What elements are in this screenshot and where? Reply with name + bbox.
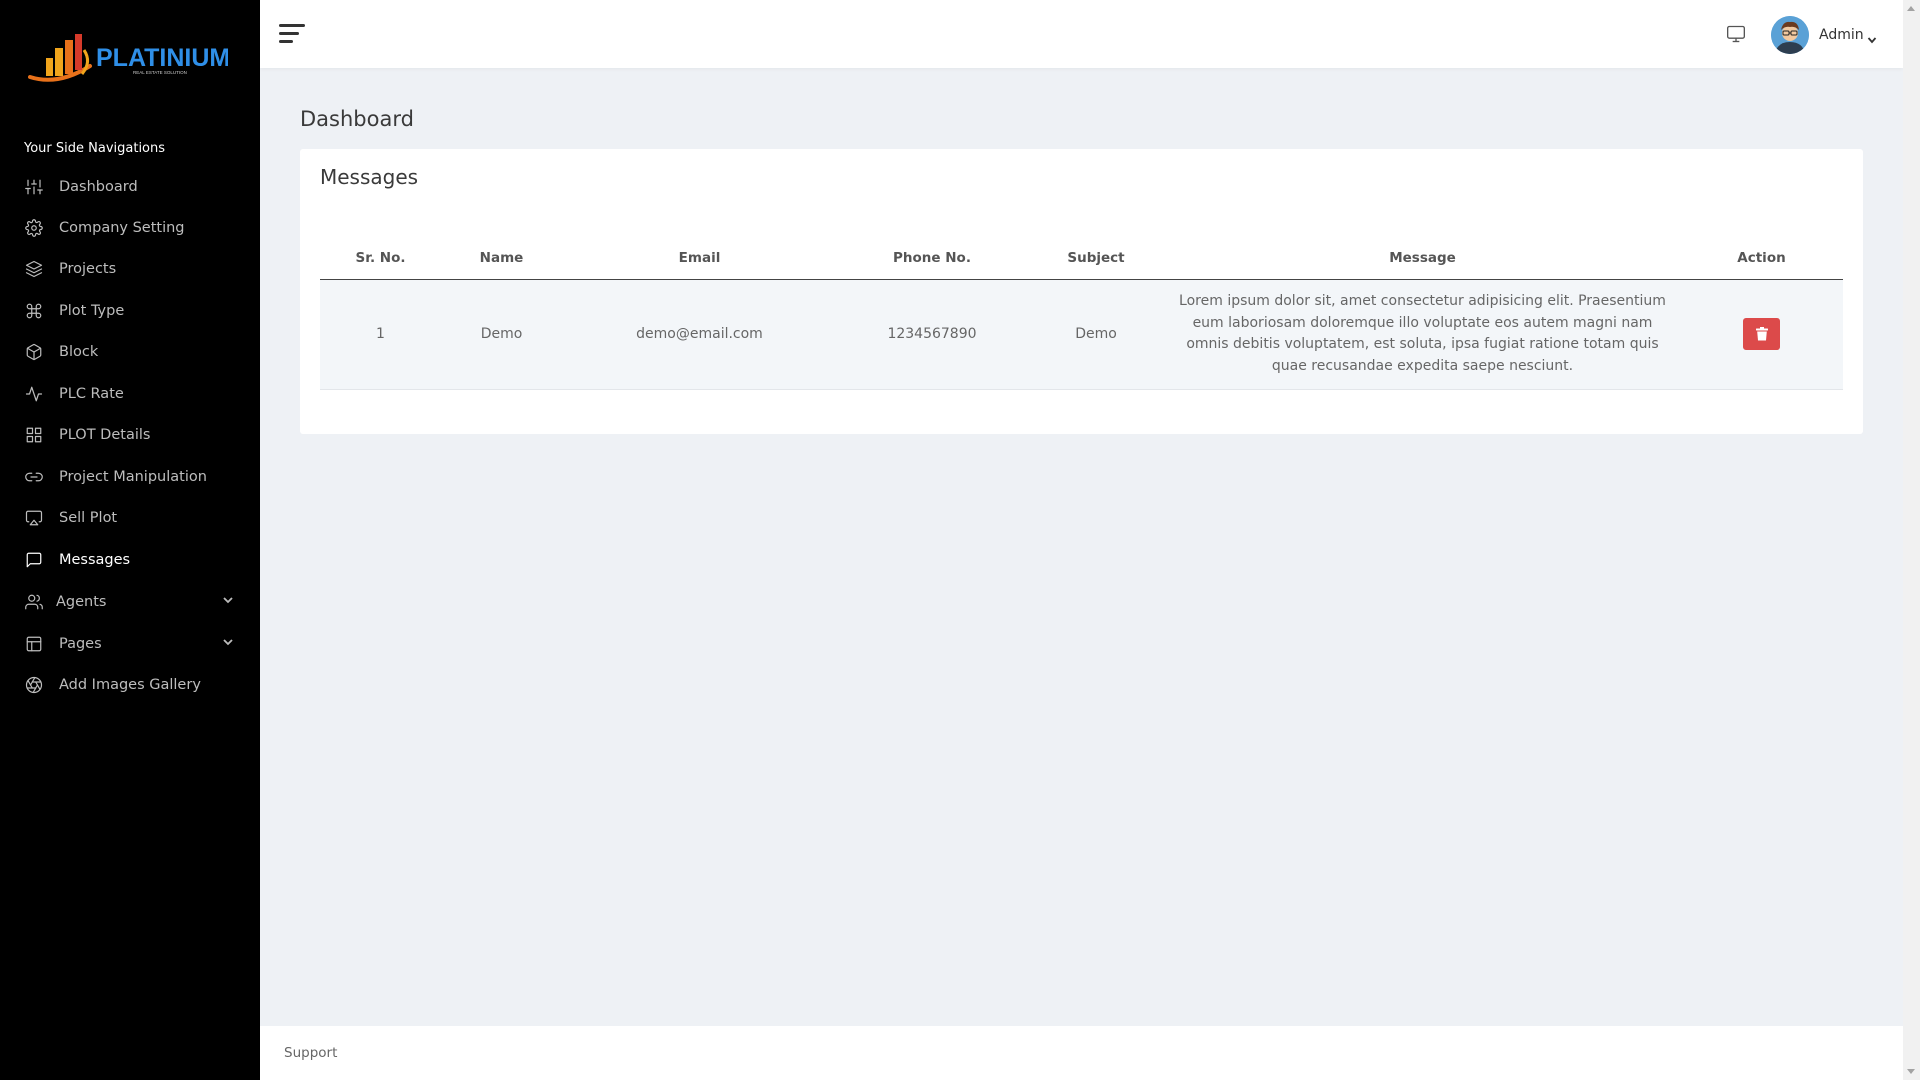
messages-table: Sr. No. Name Email Phone No. Subject Mes… [320,237,1843,390]
column-header[interactable]: Message [1165,237,1680,280]
cell-email: demo@email.com [562,279,837,390]
sidebar-item-label: Add Images Gallery [59,677,201,693]
sidebar: PLATINIUM REAL ESTATE SOLUTION Your Side… [0,0,260,1080]
sidebar-item-plot-type[interactable]: Plot Type [24,296,236,326]
chevron-down-icon[interactable] [1867,30,1877,44]
users-icon [24,592,44,612]
column-header[interactable]: Phone No. [837,237,1027,280]
column-header[interactable]: Name [441,237,562,280]
sidebar-item-label: Plot Type [59,303,125,319]
grid-icon [24,425,44,445]
cell-action [1680,279,1843,390]
cell-subject: Demo [1027,279,1165,390]
scrollbar[interactable] [1903,0,1920,1080]
sliders-icon [24,177,44,197]
column-header[interactable]: Sr. No. [320,237,441,280]
box-icon [24,342,44,362]
brand-logo[interactable]: PLATINIUM REAL ESTATE SOLUTION [28,30,230,84]
footer: Support [260,1026,1903,1080]
hamburger-icon[interactable] [279,23,305,45]
aperture-icon [24,675,44,695]
sidebar-item-add-images-gallery[interactable]: Add Images Gallery [24,670,236,700]
sidebar-item-label: Messages [59,552,131,568]
brand-name: PLATINIUM [96,44,228,72]
layers-icon [24,259,44,279]
sidebar-item-messages[interactable]: Messages [24,545,236,575]
table-row: 1 Demo demo@email.com 1234567890 Demo Lo… [320,279,1843,390]
card-title: Messages [320,165,419,189]
messages-card: Messages Sr. No. Name Email Phone No. Su… [300,149,1863,434]
airplay-icon [24,508,44,528]
activity-icon [24,384,44,404]
sidebar-item-plot-details[interactable]: PLOT Details [24,420,236,450]
user-name[interactable]: Admin [1819,27,1864,43]
sidebar-item-label: PLOT Details [59,427,151,443]
sidebar-item-label: Projects [59,261,117,277]
sidebar-item-projects[interactable]: Projects [24,254,236,284]
sidebar-item-agents[interactable]: Agents [24,587,236,617]
sidebar-item-label: Agents [56,594,107,610]
page-title: Dashboard [300,107,414,131]
sidebar-item-company-setting[interactable]: Company Setting [24,213,236,243]
nav-heading: Your Side Navigations [24,141,166,156]
chevron-down-icon [222,636,236,650]
sidebar-item-label: Block [59,344,99,360]
sidebar-item-label: PLC Rate [59,386,124,402]
layout-icon [24,634,44,654]
sidebar-item-project-manipulation[interactable]: Project Manipulation [24,462,236,492]
cell-message: Lorem ipsum dolor sit, amet consectetur … [1165,279,1680,390]
gear-icon [24,218,44,238]
cell-name: Demo [441,279,562,390]
link-icon [24,467,44,487]
scroll-up-icon[interactable] [1907,6,1915,11]
sidebar-item-pages[interactable]: Pages [24,629,236,659]
delete-button[interactable] [1743,318,1780,350]
cell-phone: 1234567890 [837,279,1027,390]
column-header[interactable]: Email [562,237,837,280]
sidebar-item-label: Project Manipulation [59,469,207,485]
sidebar-item-plc-rate[interactable]: PLC Rate [24,379,236,409]
brand-tagline: REAL ESTATE SOLUTION [133,70,187,75]
support-link[interactable]: Support [284,1045,337,1061]
message-icon [24,550,44,570]
chevron-down-icon [222,594,236,608]
column-header[interactable]: Action [1680,237,1843,280]
topbar: Admin [260,0,1903,68]
sidebar-item-label: Sell Plot [59,510,118,526]
avatar[interactable] [1771,16,1809,54]
sidebar-item-label: Pages [59,636,102,652]
sidebar-item-label: Dashboard [59,179,138,195]
sidebar-item-dashboard[interactable]: Dashboard [24,172,236,202]
scroll-down-icon[interactable] [1907,1069,1915,1074]
sidebar-item-label: Company Setting [59,220,185,236]
command-icon [24,301,44,321]
sidebar-item-block[interactable]: Block [24,337,236,367]
monitor-icon[interactable] [1726,24,1746,44]
sidebar-item-sell-plot[interactable]: Sell Plot [24,503,236,533]
column-header[interactable]: Subject [1027,237,1165,280]
cell-sr-no: 1 [320,279,441,390]
trash-icon [1755,327,1769,341]
table-header-row: Sr. No. Name Email Phone No. Subject Mes… [320,237,1843,280]
